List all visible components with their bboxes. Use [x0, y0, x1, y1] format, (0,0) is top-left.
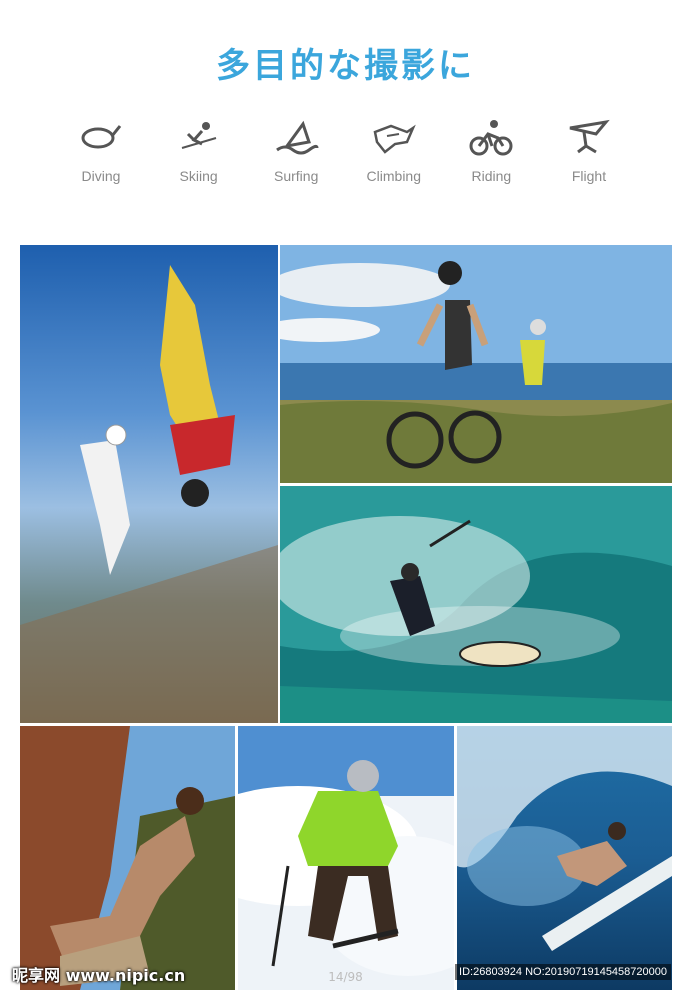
- activity-label: Surfing: [274, 168, 319, 184]
- activity-icons: Diving Skiing Surfing Climbing Riding Fl…: [55, 118, 635, 190]
- photo-climbing: [20, 726, 235, 990]
- diving-icon: [81, 125, 122, 149]
- photo-cycling: [280, 245, 672, 483]
- activity-diving: Diving: [55, 118, 147, 190]
- riding-icon: [469, 120, 513, 156]
- activity-label: Diving: [81, 168, 121, 184]
- activity-skiing: Skiing: [153, 118, 245, 190]
- activity-riding: Riding: [445, 118, 537, 190]
- activity-label: Riding: [471, 168, 512, 184]
- skiing-icon: [181, 122, 216, 149]
- flight-icon: [569, 119, 610, 154]
- photo-surfing: [457, 726, 672, 990]
- activity-label: Skiing: [179, 168, 218, 184]
- surfing-icon: [276, 120, 319, 155]
- image-id-label: ID:26803924 NO:20190719145458720000: [455, 964, 671, 980]
- climbing-icon: [373, 124, 416, 154]
- page-title: 多目的な撮影に: [216, 46, 475, 86]
- activity-climbing: Climbing: [348, 118, 440, 190]
- photo-kitesurfing: [280, 486, 672, 723]
- photo-skydiving: [20, 245, 278, 723]
- activity-flight: Flight: [543, 118, 635, 190]
- activity-label: Climbing: [366, 168, 422, 184]
- activity-label: Flight: [571, 168, 607, 184]
- activity-surfing: Surfing: [250, 118, 342, 190]
- photo-skiing: [238, 726, 454, 990]
